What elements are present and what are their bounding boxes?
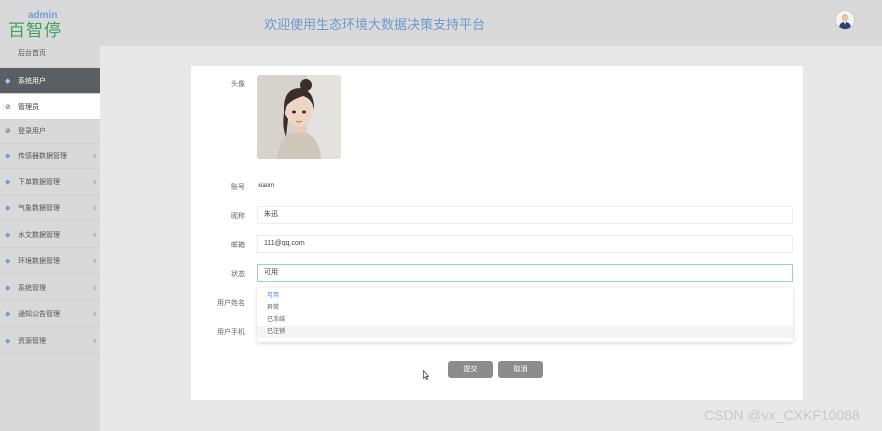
chevron-left-icon: ‹ xyxy=(93,151,96,160)
nickname-label: 昵称 xyxy=(231,213,245,220)
nickname-field[interactable]: 朱迅 xyxy=(257,206,793,224)
avatar-label: 头像 xyxy=(231,81,245,88)
mouse-cursor-icon xyxy=(423,367,430,380)
sidebar-item-label: 登录用户 xyxy=(18,127,46,135)
chevron-left-icon: ‹ xyxy=(93,309,96,318)
sidebar-item-label: 环境数据管理 xyxy=(18,257,60,265)
status-label: 状态 xyxy=(231,271,245,278)
chevron-left-icon: ‹ xyxy=(93,336,96,345)
sidebar-item-label: 系统用户 xyxy=(18,77,46,85)
sidebar-item-system-users[interactable]: ◆ 系统用户 xyxy=(0,68,100,94)
diamond-icon: ◆ xyxy=(5,311,11,318)
circle-check-icon: ⊘ xyxy=(5,128,11,135)
chevron-left-icon: ‹ xyxy=(93,256,96,265)
sidebar-item-system-mgmt[interactable]: ◆ 系统管理 ‹ xyxy=(0,275,100,301)
sidebar-item-label: 通知公告管理 xyxy=(18,310,60,318)
sidebar-item-sensor-data[interactable]: ◆ 传感器数据管理 ‹ xyxy=(0,143,100,169)
sidebar-item-login-users[interactable]: ⊘ 登录用户 xyxy=(0,118,100,144)
status-select[interactable]: 可用 xyxy=(257,264,793,282)
sidebar-item-label: 系统管理 xyxy=(18,284,46,292)
sidebar-item-home[interactable]: 后台首页 xyxy=(0,38,100,68)
sidebar-item-weather-data[interactable]: ◆ 气象数据管理 ‹ xyxy=(0,195,100,221)
email-field[interactable]: 111@qq.com xyxy=(257,235,793,253)
page-title: 欢迎使用生态环境大数据决策支持平台 xyxy=(264,17,486,32)
diamond-icon: ◆ xyxy=(5,338,11,345)
diamond-icon: ◆ xyxy=(5,153,11,160)
account-value: xiaom xyxy=(258,183,275,189)
sidebar-item-label: 水文数据管理 xyxy=(18,231,60,239)
status-option-available[interactable]: 可用 xyxy=(257,290,793,302)
chevron-left-icon: ‹ xyxy=(93,177,96,186)
diamond-icon: ◆ xyxy=(5,78,11,85)
circle-check-icon: ⊘ xyxy=(5,104,11,111)
sidebar-item-env-data[interactable]: ◆ 环境数据管理 ‹ xyxy=(0,248,100,274)
diamond-icon: ◆ xyxy=(5,258,11,265)
username-label: 用户姓名 xyxy=(217,300,245,307)
sidebar-item-hydro-data[interactable]: ◆ 水文数据管理 ‹ xyxy=(0,222,100,248)
sidebar-item-resources[interactable]: ◆ 资源管理 ‹ xyxy=(0,328,100,354)
sidebar-item-label: 资源管理 xyxy=(18,337,46,345)
diamond-icon: ◆ xyxy=(5,179,11,186)
profile-avatar-image[interactable] xyxy=(257,75,341,159)
status-dropdown: 可用 异常 已冻结 已注销 xyxy=(257,288,793,342)
watermark-text: CSDN @vx_CXKF10088 xyxy=(704,407,860,423)
email-label: 邮箱 xyxy=(231,242,245,249)
sidebar: admin 百智停 后台首页 ◆ 系统用户 ⊘ 管理员 ⊘ 登录用户 ◆ 传感器… xyxy=(0,0,100,431)
diamond-icon: ◆ xyxy=(5,205,11,212)
status-option-frozen[interactable]: 已冻结 xyxy=(257,314,793,326)
user-avatar[interactable] xyxy=(835,10,855,30)
status-option-cancelled[interactable]: 已注销 xyxy=(257,326,793,338)
chevron-left-icon: ‹ xyxy=(93,203,96,212)
diamond-icon: ◆ xyxy=(5,285,11,292)
sidebar-item-admins[interactable]: ⊘ 管理员 xyxy=(0,94,100,120)
sidebar-item-label: 传感器数据管理 xyxy=(18,152,67,160)
cancel-button[interactable]: 取消 xyxy=(498,361,543,378)
sidebar-item-label: 气象数据管理 xyxy=(18,204,60,212)
phone-label: 用户手机 xyxy=(217,329,245,336)
status-option-abnormal[interactable]: 异常 xyxy=(257,302,793,314)
header-bar: 欢迎使用生态环境大数据决策支持平台 xyxy=(100,0,882,46)
sidebar-item-label: 后台首页 xyxy=(18,49,46,57)
sidebar-item-label: 管理员 xyxy=(18,103,39,111)
account-label: 账号 xyxy=(231,184,245,191)
submit-button[interactable]: 提交 xyxy=(448,361,493,378)
sidebar-item-notices[interactable]: ◆ 通知公告管理 ‹ xyxy=(0,301,100,327)
chevron-left-icon: ‹ xyxy=(93,283,96,292)
sidebar-item-order-data[interactable]: ◆ 下单数据管理 ‹ xyxy=(0,169,100,195)
diamond-icon: ◆ xyxy=(5,232,11,239)
chevron-left-icon: ‹ xyxy=(93,230,96,239)
sidebar-item-label: 下单数据管理 xyxy=(18,178,60,186)
